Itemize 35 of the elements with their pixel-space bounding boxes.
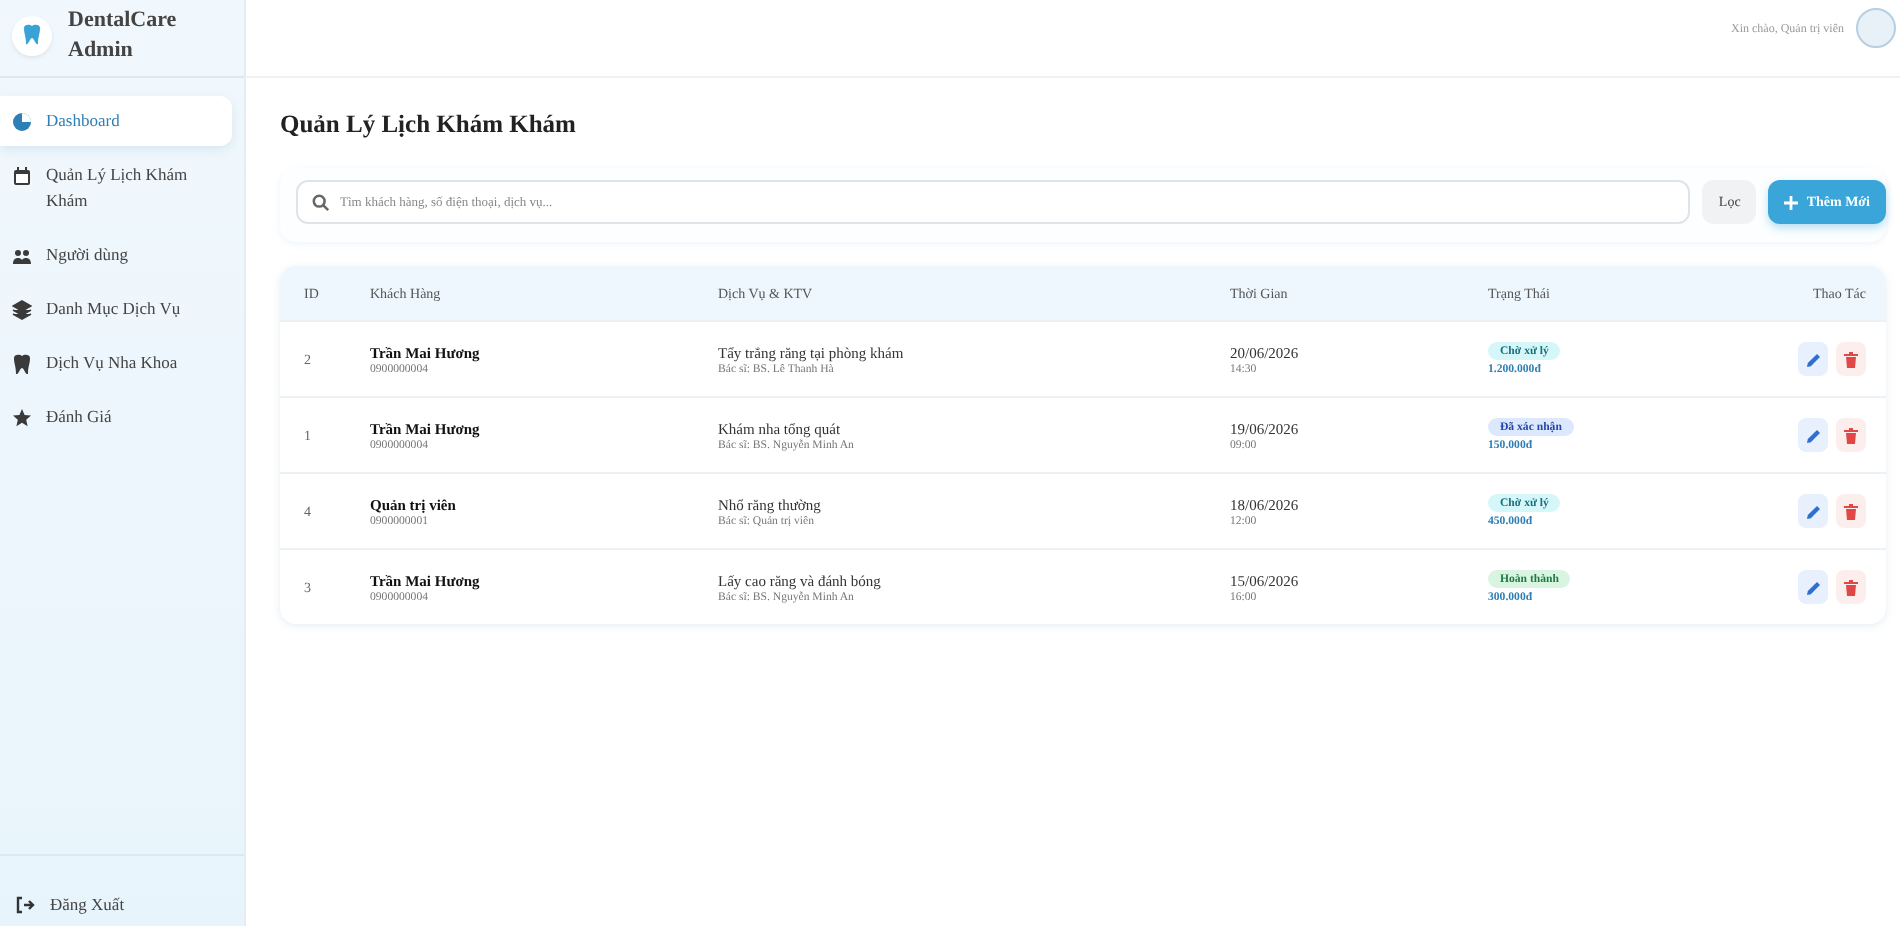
tooth-icon <box>12 353 32 373</box>
chart-icon <box>12 111 32 131</box>
logout-link[interactable]: Đăng Xuất <box>0 854 244 926</box>
search-icon <box>312 193 330 211</box>
pencil-icon <box>1805 351 1821 367</box>
trash-icon <box>1844 427 1858 443</box>
sidebar-item[interactable]: Danh Mục Dịch Vụ <box>0 284 232 334</box>
trash-icon <box>1844 579 1858 595</box>
pencil-icon <box>1805 503 1821 519</box>
sidebar-item[interactable]: Quản Lý Lịch Khám Khám <box>0 150 232 226</box>
trash-icon <box>1844 351 1858 367</box>
delete-button[interactable] <box>1836 342 1866 376</box>
sidebar-item[interactable]: Đánh Giá <box>0 392 232 442</box>
delete-button[interactable] <box>1836 494 1866 528</box>
plus-icon <box>1784 195 1799 209</box>
trash-icon <box>1844 503 1858 519</box>
pencil-icon <box>1805 579 1821 595</box>
delete-button[interactable] <box>1836 418 1866 452</box>
calendar-icon <box>12 165 32 185</box>
star-icon <box>12 407 32 427</box>
users-icon <box>12 245 32 265</box>
page-title: Quản Lý Lịch Khám Khám <box>280 110 578 140</box>
logout-icon <box>16 895 36 913</box>
brand-title: DentalCare Admin <box>68 5 179 65</box>
edit-button[interactable] <box>1798 570 1828 604</box>
sidebar-item[interactable]: Người dùng <box>0 230 232 280</box>
delete-button[interactable] <box>1836 570 1866 604</box>
sidebar-item[interactable]: Dashboard <box>0 96 232 146</box>
edit-button[interactable] <box>1798 418 1828 452</box>
edit-button[interactable] <box>1798 494 1828 528</box>
sidebar-item[interactable]: Dịch Vụ Nha Khoa <box>0 338 232 388</box>
layers-icon <box>12 299 32 319</box>
tooth-logo-icon <box>12 15 52 55</box>
pencil-icon <box>1805 427 1821 443</box>
edit-button[interactable] <box>1798 342 1828 376</box>
